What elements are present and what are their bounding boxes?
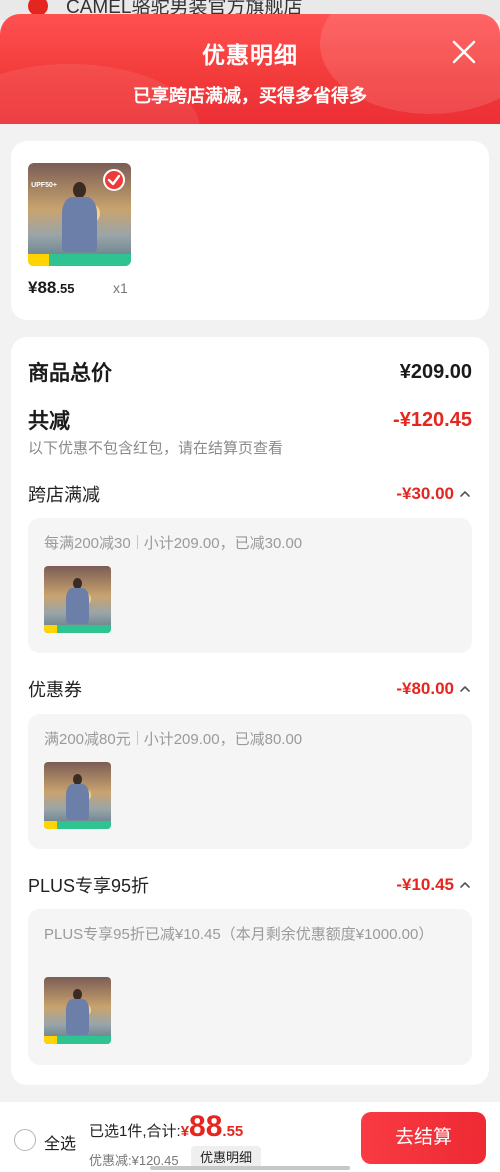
total-price-label: 商品总价 — [28, 362, 112, 385]
section-detail-box: 每满200减30 小计209.00，已减30.00 — [28, 518, 472, 653]
section-product-thumb — [44, 762, 111, 829]
product-quantity: x1 — [113, 280, 128, 296]
total-reduce-row: 共减 -¥120.45 — [28, 405, 472, 435]
section-detail-box: 满200减80元 小计209.00，已减80.00 — [28, 714, 472, 849]
section-label: 跨店满减 — [28, 485, 100, 505]
section-value: -¥30.00 — [396, 484, 454, 503]
price-strip — [44, 820, 58, 829]
subtotal-text: 小计209.00，已减80.00 — [143, 731, 303, 748]
price-strip — [28, 253, 49, 266]
discount-note: 以下优惠不包含红包，请在结算页查看 — [28, 440, 284, 457]
currency-symbol: ¥ — [180, 1123, 190, 1140]
image-model-body — [66, 588, 89, 624]
section-desc: 满200减80元 小计209.00，已减80.00 — [44, 730, 456, 750]
product-image[interactable]: UPF50+ — [28, 163, 131, 266]
section-product-thumb — [44, 566, 111, 633]
image-model-head — [72, 181, 87, 199]
chevron-up-icon[interactable] — [458, 682, 472, 696]
checkout-bar: 全选 已选1件,合计: ¥ 88 .55 优惠减:¥120.45 优惠明细 去结… — [0, 1102, 500, 1172]
total-dec: .55 — [222, 1123, 244, 1140]
discount-details-card: 商品总价 ¥209.00 共减 -¥120.45 以下优惠不包含红包，请在结算页… — [11, 337, 489, 1085]
discount-header: 优惠明细 已享跨店满减，买得多省得多 — [0, 14, 500, 124]
section-label: 优惠券 — [28, 680, 82, 700]
section-detail-box: PLUS专享95折已减¥10.45（本月剩余优惠额度¥1000.00） — [28, 909, 472, 1065]
image-model — [59, 181, 100, 252]
section-cross-store[interactable]: 跨店满减 -¥30.00 — [28, 481, 472, 507]
total-reduce-value: -¥120.45 — [393, 408, 472, 431]
home-indicator — [150, 1166, 350, 1170]
sheet-subtitle: 已享跨店满减，买得多省得多 — [133, 86, 367, 106]
section-label: PLUS专享95折 — [28, 876, 150, 896]
selected-count-text: 已选1件,合计: — [89, 1123, 181, 1140]
section-value-wrap: -¥80.00 — [396, 679, 472, 699]
total-price-value: ¥209.00 — [399, 360, 472, 383]
image-model — [64, 989, 91, 1035]
total-summary: 已选1件,合计: ¥ 88 .55 — [89, 1110, 243, 1144]
select-all-label[interactable]: 全选 — [44, 1130, 76, 1154]
image-model-body — [66, 784, 89, 820]
price-strip — [44, 624, 58, 633]
chevron-up-icon[interactable] — [458, 878, 472, 892]
divider — [136, 731, 138, 745]
chevron-up-icon[interactable] — [458, 487, 472, 501]
price-strip — [44, 1035, 58, 1044]
checkout-button[interactable]: 去结算 — [361, 1112, 486, 1164]
rule-text: 每满200减30 — [44, 535, 131, 552]
section-desc: PLUS专享95折已减¥10.45（本月剩余优惠额度¥1000.00） — [44, 926, 434, 943]
selected-products-card: UPF50+ ¥88.55 x1 — [11, 141, 489, 320]
rule-text: 满200减80元 — [44, 731, 131, 748]
section-desc: 每满200减30 小计209.00，已减30.00 — [44, 534, 456, 554]
section-value: -¥80.00 — [396, 679, 454, 698]
close-icon[interactable] — [450, 38, 478, 66]
section-value: -¥10.45 — [396, 875, 454, 894]
select-all-radio[interactable] — [14, 1129, 36, 1151]
total-int: 88 — [189, 1110, 223, 1143]
image-model-body — [66, 999, 89, 1035]
section-coupon[interactable]: 优惠券 -¥80.00 — [28, 676, 472, 702]
sheet-title: 优惠明细 — [202, 42, 298, 68]
section-value-wrap: -¥10.45 — [396, 875, 472, 895]
image-model — [64, 578, 91, 624]
section-plus[interactable]: PLUS专享95折 -¥10.45 — [28, 872, 472, 898]
total-price-row: 商品总价 ¥209.00 — [28, 357, 472, 387]
section-value-wrap: -¥30.00 — [396, 484, 472, 504]
total-reduce-label: 共减 — [28, 410, 70, 433]
image-model — [64, 774, 91, 820]
image-model-body — [62, 196, 97, 252]
divider — [136, 535, 138, 549]
section-product-thumb — [44, 977, 111, 1044]
upf-tag: UPF50+ — [31, 181, 57, 189]
product-price: ¥88.55 — [28, 278, 75, 297]
check-icon — [103, 169, 125, 191]
subtotal-text: 小计209.00，已减30.00 — [143, 535, 303, 552]
